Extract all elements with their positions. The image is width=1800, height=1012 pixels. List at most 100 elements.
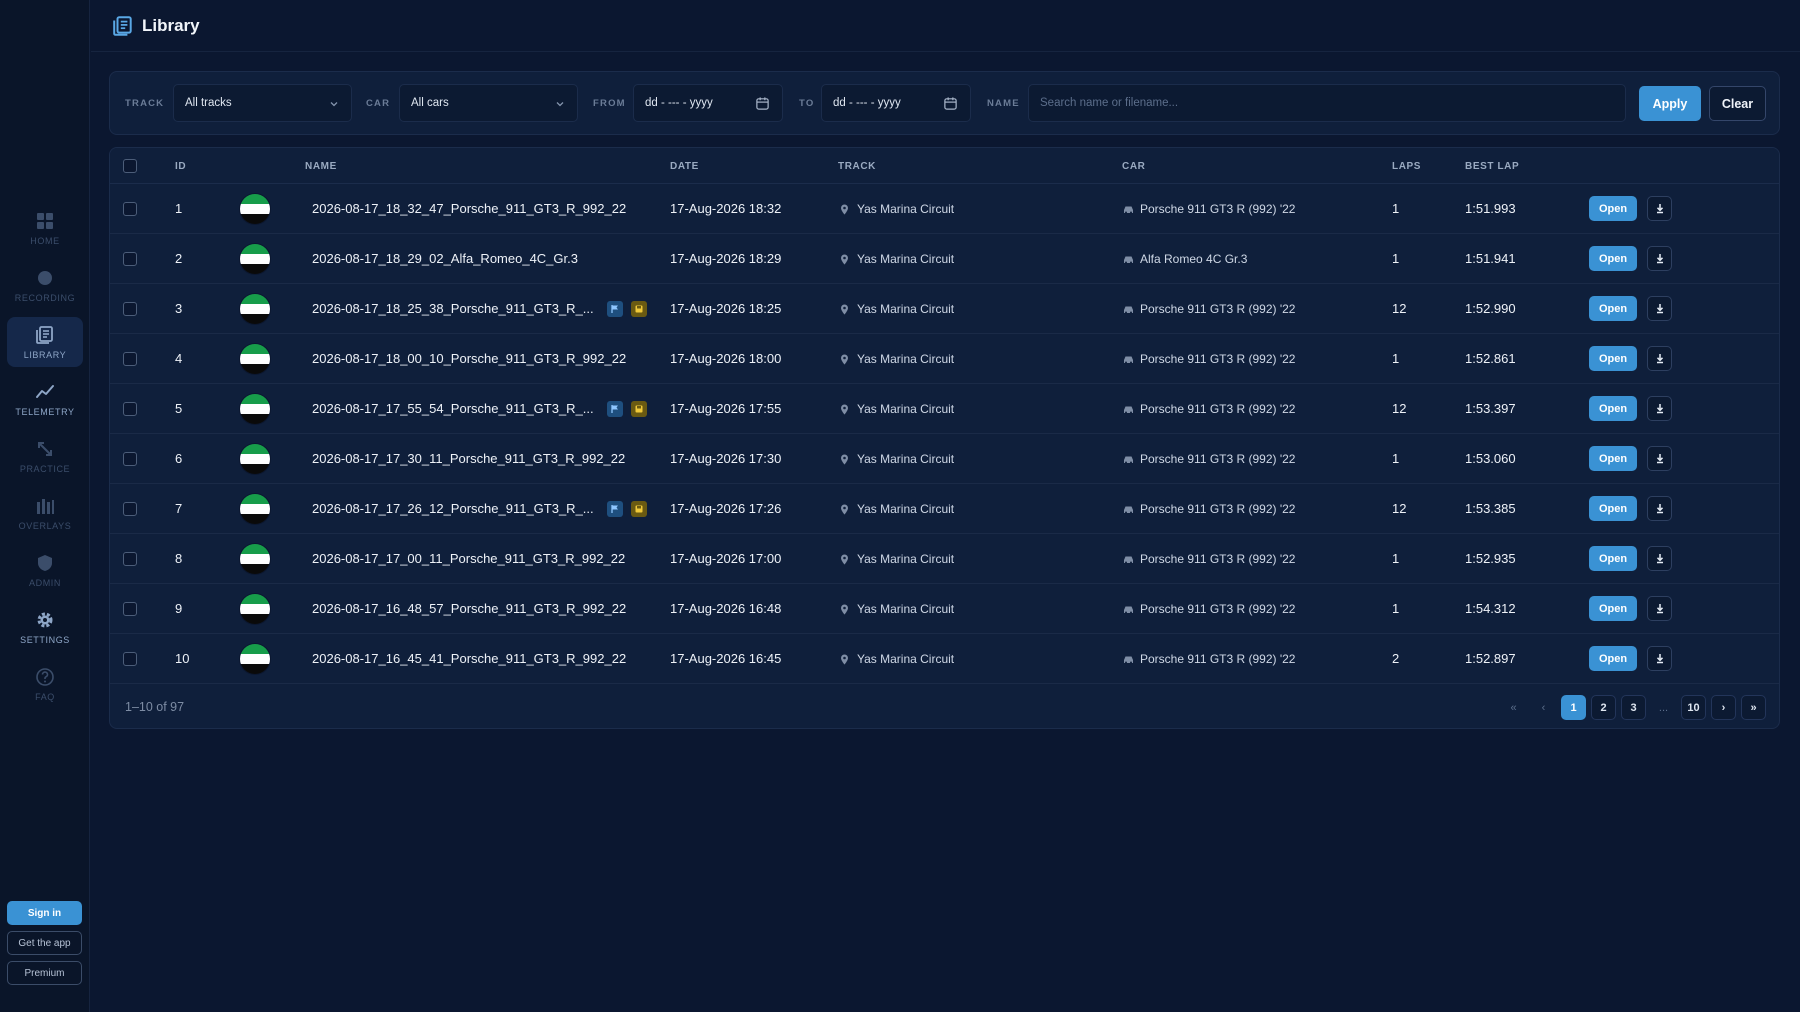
nav-item-practice[interactable]: PRACTICE (7, 431, 83, 481)
download-button[interactable] (1647, 396, 1672, 421)
row-name[interactable]: 2026-08-17_17_30_11_Porsche_911_GT3_R_99… (312, 451, 625, 466)
download-button[interactable] (1647, 196, 1672, 221)
next-page-button[interactable]: › (1711, 695, 1736, 720)
arrows-icon (38, 442, 52, 456)
nav-item-settings[interactable]: SETTINGS (7, 602, 83, 652)
table-row[interactable]: 4 2026-08-17_18_00_10_Porsche_911_GT3_R_9… (110, 334, 1779, 384)
column-header-date[interactable]: DATE (670, 161, 699, 172)
column-header-name[interactable]: NAME (305, 161, 337, 172)
nav-item-telemetry[interactable]: TELEMETRY (7, 374, 83, 424)
table-row[interactable]: 7 2026-08-17_17_26_12_Porsche_911_GT3_R_.… (110, 484, 1779, 534)
page-button[interactable]: 10 (1681, 695, 1706, 720)
column-header-laps[interactable]: LAPS (1392, 161, 1421, 172)
last-page-button[interactable]: » (1741, 695, 1766, 720)
column-header-track[interactable]: TRACK (838, 161, 876, 172)
row-checkbox[interactable] (123, 502, 137, 516)
row-checkbox[interactable] (123, 552, 137, 566)
row-name[interactable]: 2026-08-17_17_00_11_Porsche_911_GT3_R_99… (312, 551, 625, 566)
row-name[interactable]: 2026-08-17_16_48_57_Porsche_911_GT3_R_99… (312, 601, 626, 616)
nav-item-home[interactable]: HOME (7, 203, 83, 253)
open-button[interactable]: Open (1589, 546, 1637, 571)
open-button[interactable]: Open (1589, 296, 1637, 321)
page-button[interactable]: 3 (1621, 695, 1646, 720)
clear-button[interactable]: Clear (1709, 86, 1766, 121)
download-button[interactable] (1647, 546, 1672, 571)
nav-item-admin[interactable]: ADMIN (7, 545, 83, 595)
download-button[interactable] (1647, 596, 1672, 621)
download-button[interactable] (1647, 446, 1672, 471)
row-checkbox[interactable] (123, 352, 137, 366)
page-button[interactable]: 1 (1561, 695, 1586, 720)
row-name[interactable]: 2026-08-17_17_26_12_Porsche_911_GT3_R_..… (312, 501, 594, 516)
table-row[interactable]: 3 2026-08-17_18_25_38_Porsche_911_GT3_R_.… (110, 284, 1779, 334)
open-button[interactable]: Open (1589, 446, 1637, 471)
download-icon (1656, 404, 1663, 414)
premium-button[interactable]: Premium (7, 961, 82, 985)
row-name[interactable]: 2026-08-17_16_45_41_Porsche_911_GT3_R_99… (312, 651, 626, 666)
open-button[interactable]: Open (1589, 196, 1637, 221)
row-track: Yas Marina Circuit (857, 402, 955, 416)
nav-item-faq[interactable]: FAQ (7, 659, 83, 709)
row-checkbox[interactable] (123, 602, 137, 616)
open-button[interactable]: Open (1589, 496, 1637, 521)
row-name[interactable]: 2026-08-17_17_55_54_Porsche_911_GT3_R_..… (312, 401, 594, 416)
nav-label: OVERLAYS (18, 521, 72, 531)
table-row[interactable]: 1 2026-08-17_18_32_47_Porsche_911_GT3_R_9… (110, 184, 1779, 234)
calendar-icon[interactable] (943, 96, 958, 111)
download-button[interactable] (1647, 346, 1672, 371)
row-checkbox[interactable] (123, 302, 137, 316)
first-page-button[interactable]: « (1501, 695, 1526, 720)
from-date-input[interactable]: dd - --- - yyyy (633, 84, 783, 122)
row-checkbox[interactable] (123, 452, 137, 466)
page-button[interactable]: 2 (1591, 695, 1616, 720)
open-button[interactable]: Open (1589, 346, 1637, 371)
row-name[interactable]: 2026-08-17_18_32_47_Porsche_911_GT3_R_99… (312, 201, 626, 216)
column-header-car[interactable]: CAR (1122, 161, 1145, 172)
nav-item-library[interactable]: LIBRARY (7, 317, 83, 367)
download-button[interactable] (1647, 246, 1672, 271)
name-search-input[interactable]: Search name or filename... (1028, 84, 1626, 122)
table-row[interactable]: 5 2026-08-17_17_55_54_Porsche_911_GT3_R_.… (110, 384, 1779, 434)
column-header-best-lap[interactable]: BEST LAP (1465, 161, 1519, 172)
row-checkbox[interactable] (123, 252, 137, 266)
row-name[interactable]: 2026-08-17_18_25_38_Porsche_911_GT3_R_..… (312, 301, 594, 316)
nav-item-overlays[interactable]: OVERLAYS (7, 488, 83, 538)
table-row[interactable]: 9 2026-08-17_16_48_57_Porsche_911_GT3_R_9… (110, 584, 1779, 634)
open-button[interactable]: Open (1589, 246, 1637, 271)
select-all-checkbox[interactable] (123, 159, 137, 173)
nav-item-recording[interactable]: RECORDING (7, 260, 83, 310)
download-button[interactable] (1647, 496, 1672, 521)
row-id: 8 (175, 551, 183, 566)
table-row[interactable]: 10 2026-08-17_16_45_41_Porsche_911_GT3_R_… (110, 634, 1779, 684)
apply-button[interactable]: Apply (1639, 86, 1701, 121)
track-flag-icon (240, 544, 270, 574)
column-header-id[interactable]: ID (175, 161, 186, 172)
car-select[interactable]: All cars (399, 84, 578, 122)
get-app-button[interactable]: Get the app (7, 931, 82, 955)
open-button[interactable]: Open (1589, 396, 1637, 421)
row-car: Porsche 911 GT3 R (992) '22 (1140, 352, 1296, 366)
track-select[interactable]: All tracks (173, 84, 352, 122)
sign-in-button[interactable]: Sign in (7, 901, 82, 925)
table-row[interactable]: 8 2026-08-17_17_00_11_Porsche_911_GT3_R_9… (110, 534, 1779, 584)
row-checkbox[interactable] (123, 202, 137, 216)
chevron-down-icon (556, 102, 564, 107)
row-name[interactable]: 2026-08-17_18_00_10_Porsche_911_GT3_R_99… (312, 351, 626, 366)
open-button[interactable]: Open (1589, 646, 1637, 671)
row-best-lap: 1:52.861 (1465, 351, 1516, 366)
table-row[interactable]: 6 2026-08-17_17_30_11_Porsche_911_GT3_R_9… (110, 434, 1779, 484)
track-flag-icon (240, 194, 270, 224)
open-button[interactable]: Open (1589, 596, 1637, 621)
row-checkbox[interactable] (123, 652, 137, 666)
prev-page-button[interactable]: ‹ (1531, 695, 1556, 720)
table-row[interactable]: 2 2026-08-17_18_29_02_Alfa_Romeo_4C_Gr.3 1… (110, 234, 1779, 284)
download-button[interactable] (1647, 296, 1672, 321)
to-date-input[interactable]: dd - --- - yyyy (821, 84, 971, 122)
row-date: 17-Aug-2026 17:55 (670, 401, 782, 416)
download-icon (1656, 254, 1663, 264)
row-name[interactable]: 2026-08-17_18_29_02_Alfa_Romeo_4C_Gr.3 (312, 251, 578, 266)
calendar-icon[interactable] (755, 96, 770, 111)
download-button[interactable] (1647, 646, 1672, 671)
row-checkbox[interactable] (123, 402, 137, 416)
name-search-placeholder: Search name or filename... (1040, 97, 1179, 109)
